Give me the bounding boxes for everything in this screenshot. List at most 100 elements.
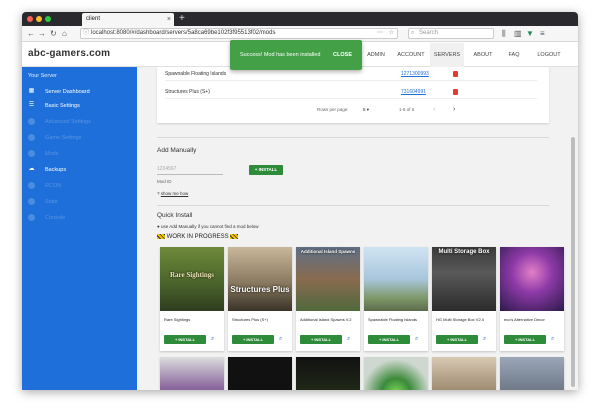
mod-card-spawnable-floating-islands: Spawnable Floating Islands + INSTALL ⌕ bbox=[364, 247, 428, 351]
menu-faq[interactable]: FAQ bbox=[502, 43, 526, 67]
info-icon[interactable]: ⓘ bbox=[83, 29, 89, 38]
home-icon[interactable]: ⌂ bbox=[62, 29, 67, 39]
sidebar-icon[interactable]: ▥ bbox=[514, 29, 522, 39]
sidebar-item-label: Advanced Settings bbox=[45, 119, 91, 125]
mod-id-input[interactable]: 1234567 bbox=[157, 165, 223, 175]
toast-close-button[interactable]: CLOSE bbox=[333, 52, 352, 58]
help-link-text: show me how bbox=[160, 191, 189, 196]
search-icon[interactable]: ⌕ bbox=[279, 335, 282, 344]
menu-servers[interactable]: SERVERS bbox=[430, 43, 464, 67]
help-icon: ? bbox=[157, 191, 160, 196]
main-content: Spawnable Floating Islands 1271300993 St… bbox=[137, 67, 578, 390]
install-button[interactable]: + INSTALL bbox=[504, 335, 546, 344]
scrollbar[interactable] bbox=[571, 137, 575, 387]
sidebar-item-basic-settings[interactable]: ☰ Basic Settings bbox=[28, 101, 80, 111]
mod-card-ecos-alternative-decor: eco's Alternative Decor + INSTALL ⌕ bbox=[500, 247, 564, 351]
mod-thumbnail-text: Multi Storage Box bbox=[438, 249, 490, 255]
menu-admin[interactable]: ADMIN bbox=[362, 43, 390, 67]
delete-icon[interactable] bbox=[453, 89, 458, 95]
sidebar-item-label: Console bbox=[45, 215, 66, 221]
tab-close-icon[interactable]: × bbox=[167, 13, 171, 26]
pagination-range: 1-5 of 5 bbox=[399, 107, 415, 112]
quick-install-heading: Quick Install bbox=[157, 212, 193, 219]
install-button[interactable]: + INSTALL bbox=[436, 335, 478, 344]
mod-thumbnail bbox=[500, 247, 564, 311]
menu-logout[interactable]: LOGOUT bbox=[530, 43, 568, 67]
search-icon[interactable]: ⌕ bbox=[415, 335, 418, 344]
stats-icon bbox=[28, 198, 35, 206]
sidebar-item-console: Console bbox=[28, 213, 65, 223]
divider bbox=[157, 205, 549, 206]
warning-stripe-icon bbox=[157, 234, 165, 239]
sidebar-item-backups[interactable]: ☁ Backups bbox=[28, 165, 67, 175]
mods-icon bbox=[28, 150, 35, 158]
search-input[interactable]: ⌕ Search bbox=[408, 28, 494, 39]
site-logo[interactable]: abc-gamers.com bbox=[28, 48, 110, 59]
menu-icon[interactable]: ≡ bbox=[540, 29, 545, 39]
library-icon[interactable]: ⫼ bbox=[502, 29, 506, 39]
mod-thumbnail[interactable] bbox=[432, 357, 496, 390]
install-button[interactable]: + INSTALL bbox=[300, 335, 342, 344]
rows-per-page-select[interactable]: 5 ▾ bbox=[363, 107, 369, 113]
sidebar-item-label: Server Dashboard bbox=[45, 89, 90, 95]
reload-icon[interactable]: ↻ bbox=[50, 29, 57, 39]
sidebar-item-stats: Stats bbox=[28, 197, 58, 207]
mod-thumbnail: Rare Sightings bbox=[160, 247, 224, 311]
search-icon[interactable]: ⌕ bbox=[551, 335, 554, 344]
install-button[interactable]: + INSTALL bbox=[232, 335, 274, 344]
mod-thumbnail bbox=[364, 247, 428, 311]
search-icon[interactable]: ⌕ bbox=[211, 335, 214, 344]
minimize-window-icon[interactable] bbox=[36, 16, 42, 22]
mod-id-link[interactable]: 1271300993 bbox=[401, 67, 429, 81]
sidebar-item-server-dashboard[interactable]: ▦ Server Dashboard bbox=[28, 87, 90, 97]
search-icon[interactable]: ⌕ bbox=[483, 335, 486, 344]
success-toast: Success! Mod has been installed CLOSE bbox=[230, 40, 362, 70]
mod-thumbnail: Additional Island Spawns bbox=[296, 247, 360, 311]
quick-install-hint-text: use Add Manually if you cannot find a mo… bbox=[160, 224, 259, 229]
mod-thumbnail[interactable] bbox=[296, 357, 360, 390]
sidebar-item-advanced-settings: Advanced Settings bbox=[28, 117, 91, 127]
mod-thumbnail: Multi Storage Box bbox=[432, 247, 496, 311]
star-icon[interactable]: ☆ bbox=[389, 29, 394, 38]
menu-account[interactable]: ACCOUNT bbox=[394, 43, 428, 67]
menu-about[interactable]: ABOUT bbox=[468, 43, 498, 67]
maximize-window-icon[interactable] bbox=[45, 16, 51, 22]
mod-card-rare-sightings: Rare Sightings Rare Sightings + INSTALL … bbox=[160, 247, 224, 351]
next-page-icon[interactable]: › bbox=[453, 106, 455, 113]
mod-card-additional-island-spawns: Additional Island Spawns Additional Isla… bbox=[296, 247, 360, 351]
delete-icon[interactable] bbox=[453, 71, 458, 77]
bookmark-icon[interactable]: ⋯ bbox=[377, 29, 383, 38]
search-icon: ⌕ bbox=[411, 30, 415, 36]
install-button[interactable]: + INSTALL bbox=[164, 335, 206, 344]
mod-thumbnail: Structures Plus bbox=[228, 247, 292, 311]
forward-icon[interactable]: → bbox=[38, 29, 46, 39]
url-bar[interactable]: ⓘ localhost:8080/#/dashboard/servers/5a8… bbox=[80, 28, 398, 39]
chevron-down-icon: ▾ bbox=[366, 107, 370, 112]
sidebar-title: Your Server bbox=[28, 73, 57, 79]
mod-name: Rare Sightings bbox=[164, 317, 191, 322]
help-link[interactable]: ? show me how bbox=[157, 191, 188, 196]
install-manual-button[interactable]: + INSTALL bbox=[249, 165, 283, 175]
game-settings-icon bbox=[28, 134, 35, 142]
mod-id-link[interactable]: 731604991 bbox=[401, 85, 426, 99]
back-icon[interactable]: ← bbox=[27, 29, 35, 39]
table-row: Structures Plus (S+) 731604991 bbox=[165, 85, 537, 99]
mod-thumbnail[interactable] bbox=[500, 357, 564, 390]
sidebar-item-label: Game Settings bbox=[45, 135, 82, 141]
mod-thumbnail[interactable] bbox=[364, 357, 428, 390]
install-button[interactable]: + INSTALL bbox=[368, 335, 410, 344]
rows-per-page-label: Rows per page: bbox=[317, 107, 349, 112]
mod-thumbnail[interactable] bbox=[228, 357, 292, 390]
tab-client[interactable]: client × bbox=[82, 13, 174, 26]
extension-icon[interactable]: ▼ bbox=[526, 29, 534, 39]
rcon-icon bbox=[28, 182, 35, 190]
mod-thumbnail[interactable] bbox=[160, 357, 224, 390]
close-window-icon[interactable] bbox=[27, 16, 33, 22]
advanced-settings-icon bbox=[28, 118, 35, 126]
mod-thumbnail-text: Structures Plus bbox=[230, 285, 290, 294]
prev-page-icon[interactable]: ‹ bbox=[433, 106, 435, 113]
new-tab-button[interactable]: + bbox=[179, 12, 185, 26]
search-icon[interactable]: ⌕ bbox=[347, 335, 350, 344]
sidebar-item-label: Mods bbox=[45, 151, 59, 157]
mod-thumbnail-text: Additional Island Spawns bbox=[300, 249, 356, 254]
